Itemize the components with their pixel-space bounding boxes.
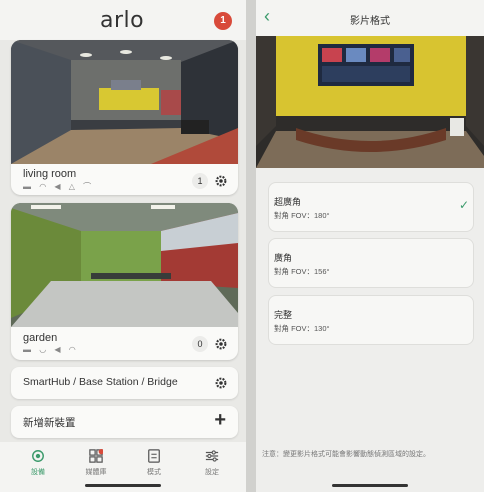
tab-mode[interactable]: 模式 (134, 449, 174, 477)
clip-count-badge[interactable]: 0 (192, 336, 208, 352)
devices-screen: arlo 1 living room ▬ ◠ ◀ △ ⌒ 1 garden ▬ … (0, 0, 246, 492)
option-full[interactable]: 完整 對角 FOV：130° (268, 295, 474, 345)
option-title: 超廣角 (274, 197, 302, 207)
tab-devices[interactable]: 設備 (18, 449, 58, 477)
add-device-row[interactable]: 新增新裝置 + (11, 406, 238, 438)
check-icon: ✓ (458, 198, 469, 212)
option-title: 完整 (274, 310, 293, 320)
plus-icon[interactable]: + (214, 409, 226, 432)
option-ultra-wide[interactable]: 超廣角 對角 FOV：180° ✓ (268, 182, 474, 232)
base-station-row[interactable]: SmartHub / Base Station / Bridge (11, 367, 238, 399)
camera-feed-garden[interactable] (11, 203, 238, 327)
home-indicator (85, 484, 161, 487)
device-icon (32, 450, 44, 462)
screenshot-root: arlo 1 living room ▬ ◠ ◀ △ ⌒ 1 garden ▬ … (0, 0, 484, 492)
camera-card-living-room[interactable]: living room ▬ ◠ ◀ △ ⌒ 1 (11, 40, 238, 195)
tab-settings[interactable]: 設定 (192, 449, 232, 477)
format-note: 注意：變更影片格式可能會影響動態偵測區域的設定。 (262, 451, 430, 458)
base-station-label: SmartHub / Base Station / Bridge (23, 376, 178, 388)
option-wide[interactable]: 廣角 對角 FOV：156° (268, 238, 474, 288)
option-fov: 對角 FOV：130° (274, 324, 330, 333)
add-device-label: 新增新裝置 (23, 417, 76, 429)
tab-label: 設定 (205, 469, 219, 476)
tab-label: 媒體庫 (85, 469, 107, 476)
option-title: 廣角 (274, 253, 293, 263)
mode-icon (148, 449, 160, 463)
camera-status-icons: ▬ ◡ ◀ ◠ (23, 345, 79, 354)
screen-divider (246, 0, 256, 492)
camera-status-icons: ▬ ◠ ◀ △ ⌒ (23, 182, 95, 191)
option-fov: 對角 FOV：156° (274, 267, 330, 276)
tab-library[interactable]: 媒體庫 (76, 449, 116, 477)
gear-icon[interactable] (214, 337, 228, 351)
alert-badge[interactable]: 1 (214, 12, 232, 30)
library-icon (89, 449, 103, 463)
camera-feed-living-room[interactable] (11, 40, 238, 164)
arlo-logo: arlo (100, 8, 145, 33)
camera-name: living room (23, 168, 77, 180)
preview-feed (256, 36, 484, 168)
camera-name: garden (23, 332, 58, 344)
page-title: 影片格式 (350, 16, 390, 27)
camera-card-garden[interactable]: garden ▬ ◡ ◀ ◠ 0 (11, 203, 238, 360)
clip-count-badge[interactable]: 1 (192, 173, 208, 189)
gear-icon[interactable] (214, 376, 228, 390)
tab-label: 設備 (31, 469, 45, 476)
settings-icon (205, 450, 219, 462)
gear-icon[interactable] (214, 174, 228, 188)
video-format-screen: ‹ 影片格式 超廣角 對角 FOV：180° ✓ 廣角 對角 FOV：156° … (256, 0, 484, 492)
home-indicator (332, 484, 408, 487)
option-fov: 對角 FOV：180° (274, 211, 330, 220)
nav-header: ‹ 影片格式 (256, 0, 484, 36)
preview-feed-image (256, 36, 484, 168)
app-header: arlo 1 (0, 0, 246, 40)
tab-label: 模式 (147, 469, 161, 476)
garden-feed-image (11, 203, 238, 327)
living-room-feed-image (11, 40, 238, 164)
